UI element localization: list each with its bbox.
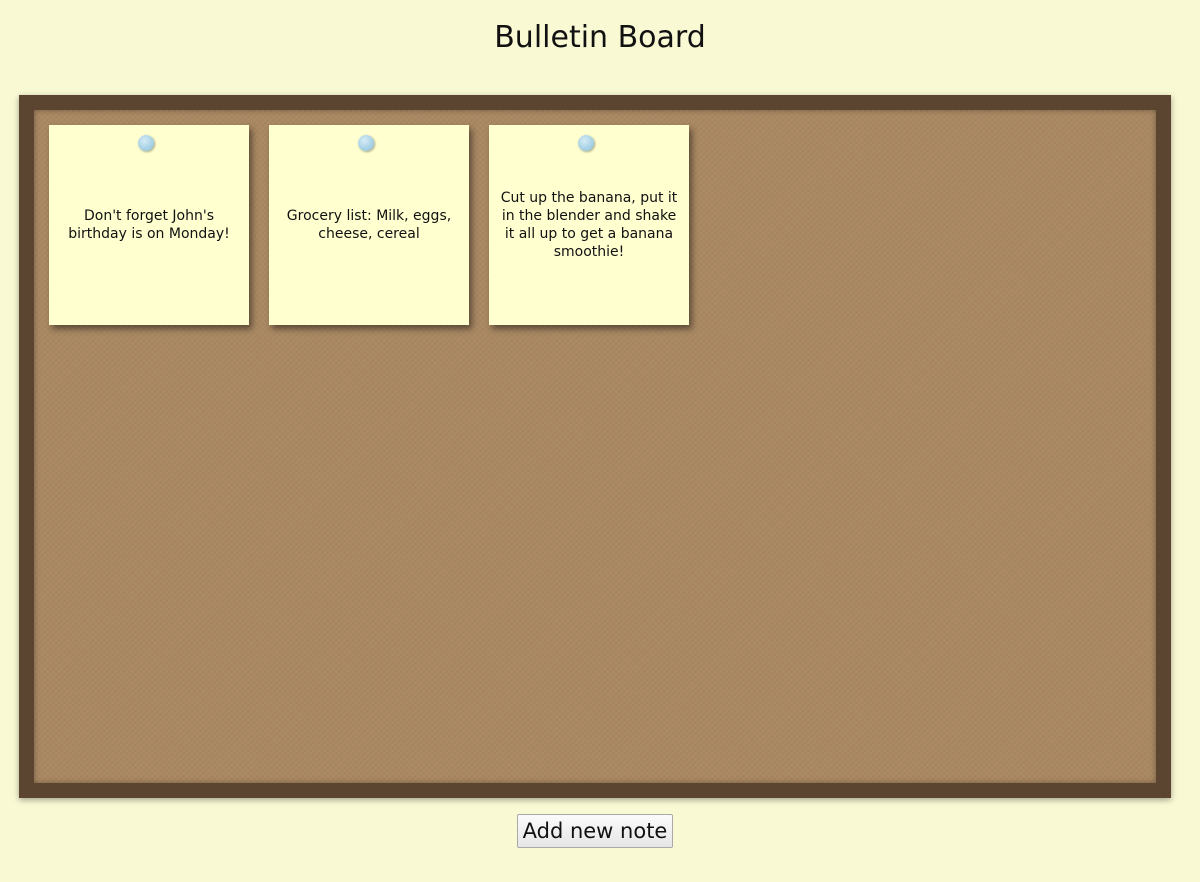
cork-board: Don't forget John's birthday is on Monda… [34, 110, 1156, 783]
add-note-button[interactable]: Add new note [517, 814, 673, 848]
sticky-note[interactable]: Don't forget John's birthday is on Monda… [49, 125, 249, 325]
sticky-note[interactable]: Cut up the banana, put it in the blender… [489, 125, 689, 325]
pushpin-icon [138, 135, 154, 151]
note-text: Cut up the banana, put it in the blender… [500, 190, 678, 260]
bulletin-board-frame: Don't forget John's birthday is on Monda… [19, 95, 1171, 798]
pushpin-icon [578, 135, 594, 151]
page-title: Bulletin Board [494, 20, 706, 55]
note-text: Don't forget John's birthday is on Monda… [68, 208, 230, 242]
pushpin-icon [358, 135, 374, 151]
note-text: Grocery list: Milk, eggs, cheese, cereal [286, 208, 452, 242]
sticky-note[interactable]: Grocery list: Milk, eggs, cheese, cereal [269, 125, 469, 325]
